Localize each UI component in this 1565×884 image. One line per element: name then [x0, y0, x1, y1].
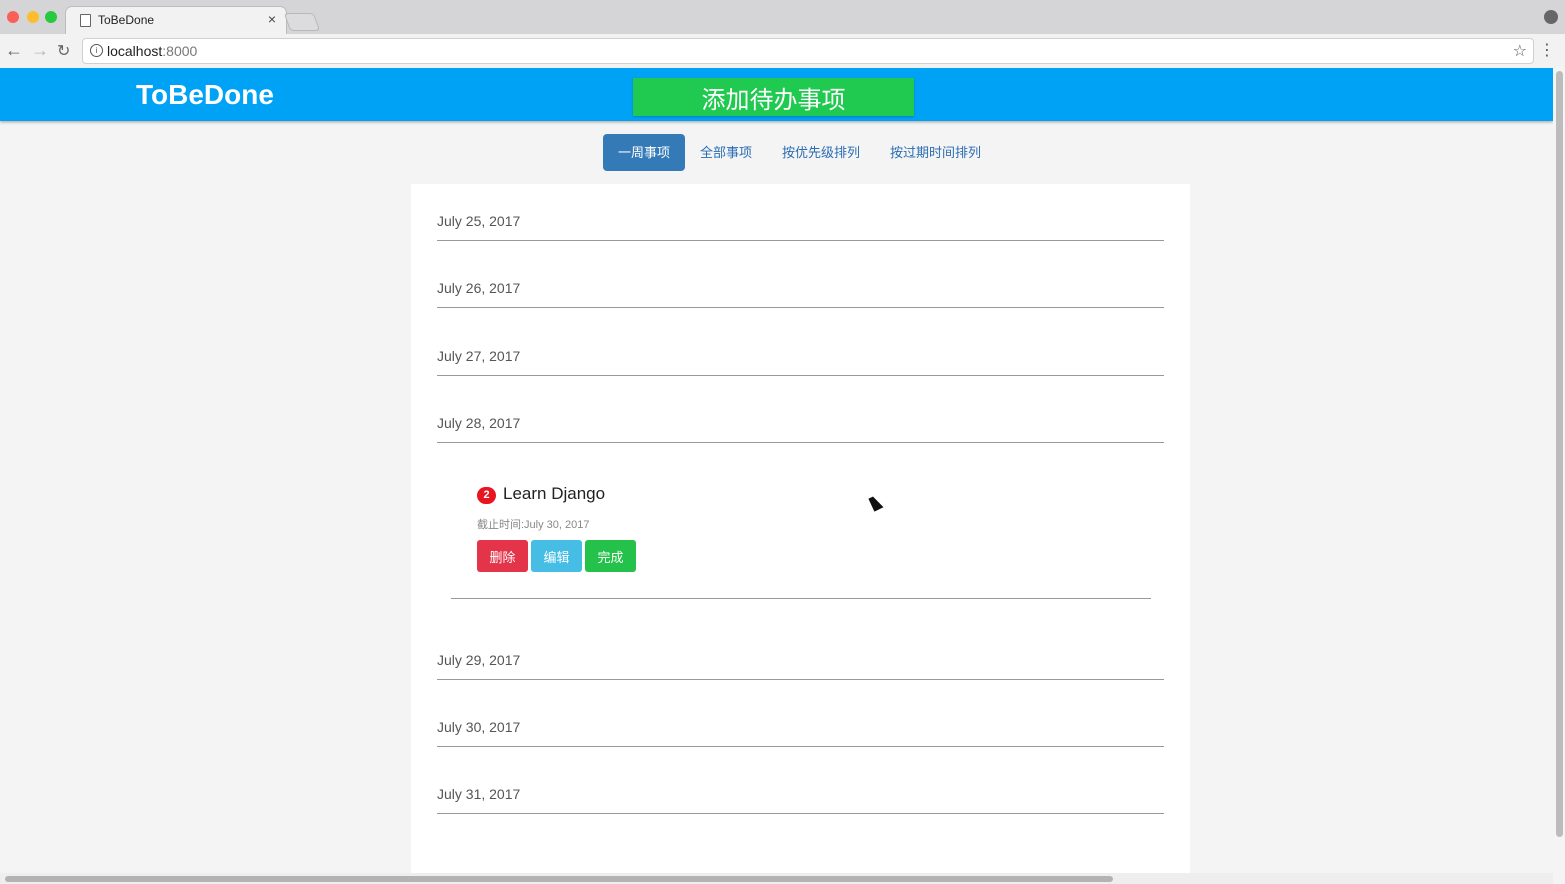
- todo-title: Learn Django: [503, 484, 606, 503]
- url-text: localhost:8000: [107, 43, 197, 59]
- bookmark-star-icon[interactable]: ☆: [1513, 41, 1527, 61]
- back-arrow-icon[interactable]: ←: [5, 40, 23, 61]
- reload-icon[interactable]: ↻: [57, 41, 70, 61]
- date-label: July 27, 2017: [437, 348, 521, 364]
- filter-tabs: 一周事项 全部事项 按优先级排列 按过期时间排列: [603, 134, 996, 171]
- date-label: July 28, 2017: [437, 415, 521, 431]
- complete-button[interactable]: 完成: [585, 540, 636, 572]
- tab-week[interactable]: 一周事项: [603, 134, 686, 171]
- edit-button[interactable]: 编辑: [531, 540, 582, 572]
- new-tab-button[interactable]: [283, 13, 321, 31]
- url-port: :8000: [162, 43, 198, 59]
- page-icon: [80, 14, 91, 27]
- browser-tabstrip: ToBeDone ×: [0, 0, 1565, 34]
- profile-icon[interactable]: [1544, 10, 1558, 24]
- address-bar[interactable]: i localhost:8000 ☆: [82, 38, 1534, 64]
- url-host: localhost: [107, 43, 163, 59]
- horizontal-scrollbar[interactable]: [0, 873, 1553, 884]
- priority-badge: 2: [477, 487, 496, 504]
- vertical-scroll-thumb[interactable]: [1556, 71, 1563, 837]
- app-navbar: ToBeDone 添加待办事项: [0, 68, 1553, 121]
- date-row: July 25, 2017: [437, 184, 1164, 241]
- vertical-scrollbar[interactable]: [1553, 68, 1565, 884]
- minimize-window-icon[interactable]: [27, 11, 39, 23]
- close-window-icon[interactable]: [7, 11, 19, 23]
- tab-by-deadline[interactable]: 按过期时间排列: [875, 134, 996, 171]
- info-icon[interactable]: i: [90, 44, 103, 57]
- page-viewport: ToBeDone 添加待办事项 一周事项 全部事项 按优先级排列 按过期时间排列…: [0, 68, 1553, 884]
- date-row: July 30, 2017: [437, 690, 1164, 747]
- brand-logo[interactable]: ToBeDone: [136, 79, 274, 111]
- tab-title: ToBeDone: [98, 13, 155, 27]
- date-label: July 26, 2017: [437, 280, 521, 296]
- tab-by-priority[interactable]: 按优先级排列: [767, 134, 875, 171]
- horizontal-scroll-thumb[interactable]: [5, 876, 1113, 882]
- date-row: July 31, 2017: [437, 757, 1164, 814]
- todo-item: 2 Learn Django 截止时间:July 30, 2017 删除 编辑 …: [451, 459, 1151, 599]
- date-row: July 27, 2017: [437, 319, 1164, 376]
- date-label: July 29, 2017: [437, 652, 521, 668]
- close-tab-icon[interactable]: ×: [268, 11, 276, 27]
- date-row: July 26, 2017: [437, 251, 1164, 308]
- browser-toolbar: ← → ↻ i localhost:8000 ☆ ⋮: [0, 34, 1565, 69]
- browser-tab[interactable]: ToBeDone ×: [66, 7, 286, 34]
- date-row: July 28, 2017: [437, 386, 1164, 443]
- todo-deadline: 截止时间:July 30, 2017: [477, 519, 590, 531]
- browser-menu-icon[interactable]: ⋮: [1539, 40, 1555, 60]
- date-row: July 29, 2017: [437, 623, 1164, 680]
- date-label: July 30, 2017: [437, 719, 521, 735]
- date-label: July 31, 2017: [437, 786, 521, 802]
- tab-all[interactable]: 全部事项: [685, 134, 767, 171]
- date-label: July 25, 2017: [437, 213, 521, 229]
- maximize-window-icon[interactable]: [45, 11, 57, 23]
- todo-panel: July 25, 2017 July 26, 2017 July 27, 201…: [411, 184, 1190, 884]
- delete-button[interactable]: 删除: [477, 540, 528, 572]
- forward-arrow-icon[interactable]: →: [31, 40, 49, 61]
- add-todo-button[interactable]: 添加待办事项: [633, 78, 914, 116]
